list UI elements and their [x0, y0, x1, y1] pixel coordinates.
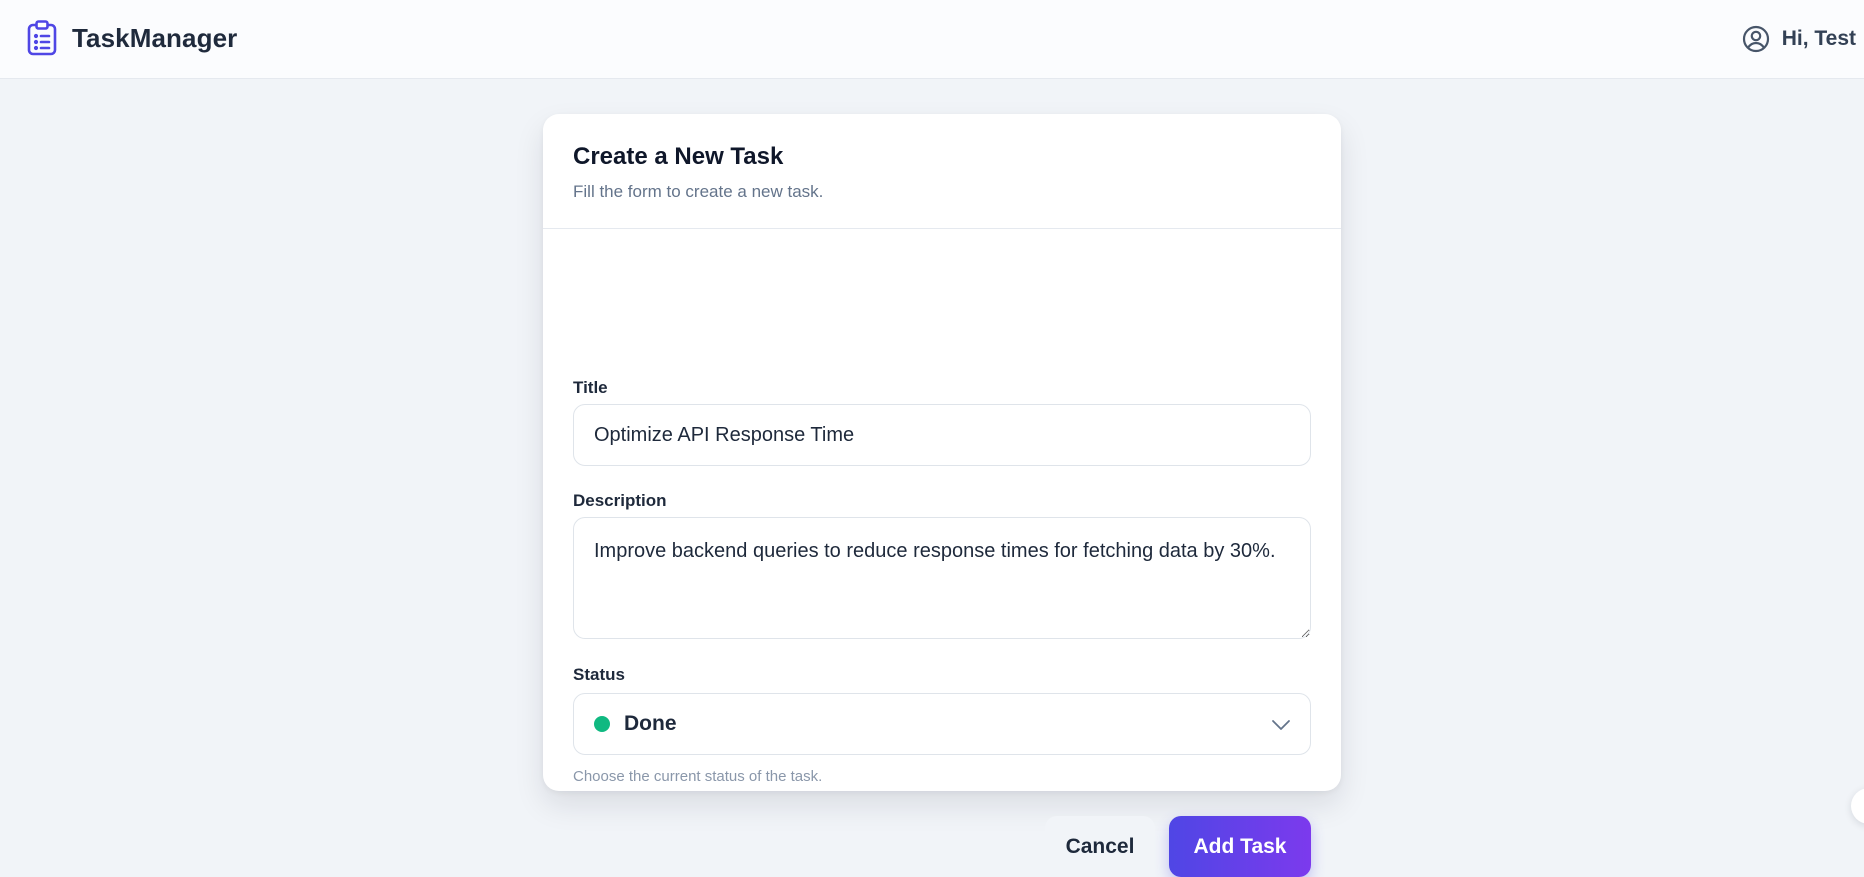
- status-select[interactable]: Done: [573, 693, 1311, 755]
- status-label: Status: [573, 665, 625, 684]
- user-menu[interactable]: Hi, Test: [1742, 25, 1856, 53]
- status-value: Done: [624, 712, 677, 735]
- brand[interactable]: TaskManager: [27, 20, 237, 56]
- clipboard-list-icon: [27, 20, 57, 56]
- form-title: Create a New Task: [573, 143, 784, 170]
- chevron-down-icon: [1272, 720, 1290, 730]
- add-task-button[interactable]: Add Task: [1169, 816, 1311, 877]
- create-task-card: Create a New Task Fill the form to creat…: [543, 114, 1341, 877]
- user-greeting: Hi, Test: [1781, 27, 1856, 50]
- card-header: Create a New Task Fill the form to creat…: [543, 114, 1341, 229]
- title-input[interactable]: [573, 404, 1311, 466]
- cancel-button[interactable]: Cancel: [1045, 816, 1155, 877]
- form-subtitle: Fill the form to create a new task.: [573, 182, 824, 201]
- app-name: TaskManager: [72, 22, 238, 53]
- top-navbar: TaskManager Hi, Test: [0, 0, 1864, 79]
- description-label: Description: [573, 491, 667, 510]
- floating-action-button[interactable]: [1851, 788, 1864, 824]
- user-circle-icon: [1742, 25, 1769, 53]
- title-label: Title: [573, 378, 608, 397]
- description-textarea[interactable]: Improve backend queries to reduce respon…: [573, 517, 1311, 639]
- status-dot: [594, 716, 610, 732]
- status-help-text: Choose the current status of the task.: [573, 768, 823, 785]
